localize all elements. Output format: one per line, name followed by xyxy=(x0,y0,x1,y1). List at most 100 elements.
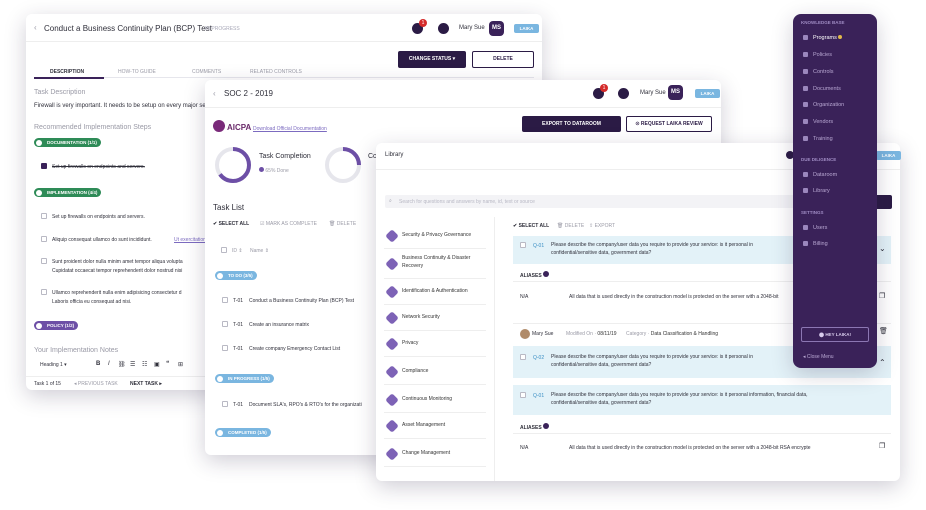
category-icon xyxy=(385,447,399,461)
sidebar-item-controls[interactable]: Controls xyxy=(803,69,833,75)
sidebar-item-organization[interactable]: Organization xyxy=(803,102,844,108)
active-tab-indicator xyxy=(34,77,104,79)
next-task-button[interactable]: NEXT TASK ▸ xyxy=(130,381,162,387)
row-checkbox[interactable] xyxy=(222,345,228,351)
link-icon[interactable]: ⛓ xyxy=(118,361,126,368)
question-row[interactable]: Q-01 Please describe the company/user da… xyxy=(513,385,891,415)
delete-button[interactable]: 🗑 DELETE xyxy=(329,221,356,227)
editor-toolbar: Heading 1 ▾ B I ⛓ ☰ ☷ ▣ ❝ ⊞ xyxy=(34,359,204,371)
avatar[interactable]: MS xyxy=(489,21,504,36)
completed-pill[interactable]: COMPLETED (1/5) xyxy=(215,428,271,437)
copy-icon[interactable]: ❐ xyxy=(879,292,885,300)
in-progress-pill[interactable]: IN PROGRESS (1/5) xyxy=(215,374,274,383)
delete-button[interactable]: 🗑 DELETE xyxy=(557,223,584,229)
row-checkbox[interactable] xyxy=(222,401,228,407)
bell-icon[interactable]: 1 xyxy=(593,84,608,99)
meta-user: Mary Sue xyxy=(532,331,554,337)
tab-comments[interactable]: COMMENTS xyxy=(192,69,221,75)
chevron-down-icon: ▾ xyxy=(452,56,456,62)
close-menu-button[interactable]: ◂ Close Menu xyxy=(803,354,834,360)
impl-item-line2: Laboris officia eu consequat ad nisi. xyxy=(52,299,132,305)
tab-how-to[interactable]: HOW-TO GUIDE xyxy=(118,69,156,75)
table-icon[interactable]: ⊞ xyxy=(178,361,183,368)
export-dataroom-button[interactable]: EXPORT TO DATAROOM xyxy=(522,116,621,132)
library-vertical-divider xyxy=(494,217,495,481)
aliases-label: ALIASES xyxy=(520,271,550,279)
copy-icon[interactable]: ❐ xyxy=(879,442,885,450)
category-item[interactable]: Privacy xyxy=(384,331,486,357)
category-item[interactable]: Business Continuity & Disaster Recovery xyxy=(384,249,486,279)
table-row[interactable]: T-01 Create an insurance matrix xyxy=(213,316,383,332)
avatar[interactable]: MS xyxy=(668,85,683,100)
implementation-pill[interactable]: IMPLEMENTATION (4/4) xyxy=(34,188,102,197)
image-icon[interactable]: ▣ xyxy=(154,361,160,368)
tab-description[interactable]: DESCRIPTION xyxy=(50,69,84,75)
question-checkbox[interactable] xyxy=(520,242,526,248)
select-all-button[interactable]: ✔ SELECT ALL xyxy=(213,221,249,227)
table-row[interactable]: T-01 Document SLA's, RPO's & RTO's for t… xyxy=(213,396,383,412)
bold-icon[interactable]: B xyxy=(96,361,100,367)
documentation-pill[interactable]: DOCUMENTATION (1/1) xyxy=(34,138,101,147)
sidebar-item-users[interactable]: Users xyxy=(803,225,827,231)
category-item[interactable]: Continuous Monitoring xyxy=(384,387,486,413)
search-icon[interactable] xyxy=(438,23,449,34)
laika-icon: ⬤ xyxy=(819,332,825,337)
heading-select[interactable]: Heading 1 ▾ xyxy=(40,362,67,368)
row-id: T-01 xyxy=(233,402,244,408)
hey-laika-button[interactable]: ⬤ HEY LAIKA! xyxy=(801,327,869,342)
table-row[interactable]: T-01 Create company Emergency Contact Li… xyxy=(213,340,383,356)
sidebar-item-training[interactable]: Training xyxy=(803,136,833,142)
export-button[interactable]: ⇪ EXPORT xyxy=(589,223,615,229)
previous-task-button[interactable]: ◂ PREVIOUS TASK xyxy=(74,381,118,387)
quote-icon[interactable]: ❝ xyxy=(166,360,169,367)
category-item[interactable]: Asset Management xyxy=(384,413,486,439)
chevron-down-icon[interactable]: ⌄ xyxy=(879,244,886,253)
category-item[interactable]: Security & Privacy Governance xyxy=(384,223,486,249)
impl-checkbox[interactable] xyxy=(41,289,47,295)
sidebar-item-vendors[interactable]: Vendors xyxy=(803,119,833,125)
impl-item-link[interactable]: Ut exercitation xyxy=(174,237,206,243)
request-review-button[interactable]: ⊙ REQUEST LAIKA REVIEW xyxy=(626,116,712,132)
impl-checkbox[interactable] xyxy=(41,213,47,219)
question-checkbox[interactable] xyxy=(520,354,526,360)
todo-pill[interactable]: TO DO (3/5) xyxy=(215,271,257,280)
aliases-label: ALIASES xyxy=(520,423,550,431)
category-icon xyxy=(385,311,399,325)
sidebar-item-policies[interactable]: Policies xyxy=(803,52,832,58)
category-item[interactable]: Compliance xyxy=(384,359,486,385)
tab-related-controls[interactable]: RELATED CONTROLS xyxy=(250,69,302,75)
header-checkbox[interactable] xyxy=(221,247,227,253)
sidebar: KNOWLEDGE BASE Programs Policies Control… xyxy=(793,14,877,368)
second-donut xyxy=(325,147,361,183)
sidebar-item-dataroom[interactable]: Dataroom xyxy=(803,172,837,178)
sidebar-item-programs[interactable]: Programs xyxy=(803,35,843,41)
row-checkbox[interactable] xyxy=(222,321,228,327)
chevron-up-icon[interactable]: ⌃ xyxy=(879,358,886,367)
select-all-button[interactable]: ✔ SELECT ALL xyxy=(513,223,549,229)
ordered-list-icon[interactable]: ☷ xyxy=(142,361,147,368)
category-item[interactable]: Identification & Authentication xyxy=(384,279,486,305)
impl-checkbox[interactable] xyxy=(41,236,47,242)
answer-source: N/A xyxy=(520,445,529,451)
back-icon[interactable]: ‹ xyxy=(34,23,37,32)
doc-checkbox[interactable] xyxy=(41,163,47,169)
row-checkbox[interactable] xyxy=(222,297,228,303)
sidebar-item-billing[interactable]: Billing xyxy=(803,241,828,247)
search-icon[interactable] xyxy=(618,88,629,99)
question-checkbox[interactable] xyxy=(520,392,526,398)
list-icon[interactable]: ☰ xyxy=(130,361,135,368)
category-item[interactable]: Network Security xyxy=(384,305,486,331)
category-item[interactable]: Change Management xyxy=(384,441,486,467)
bell-icon[interactable]: 1 xyxy=(412,19,427,34)
italic-icon[interactable]: I xyxy=(108,361,110,367)
impl-item-line2: Cupidatat occaecat tempor reprehenderit … xyxy=(52,268,183,274)
policy-pill[interactable]: POLICY (1/2) xyxy=(34,321,79,330)
trash-icon[interactable]: 🗑 xyxy=(879,327,888,335)
table-row[interactable]: T-01 Conduct a Business Continuity Plan … xyxy=(213,292,383,308)
mark-complete-button[interactable]: ☑ MARK AS COMPLETE xyxy=(260,221,317,227)
download-doc-link[interactable]: Download Official Documentation xyxy=(253,126,327,132)
back-icon[interactable]: ‹ xyxy=(213,89,216,98)
sidebar-item-documents[interactable]: Documents xyxy=(803,86,841,92)
sidebar-item-library[interactable]: Library xyxy=(803,188,830,194)
impl-checkbox[interactable] xyxy=(41,258,47,264)
